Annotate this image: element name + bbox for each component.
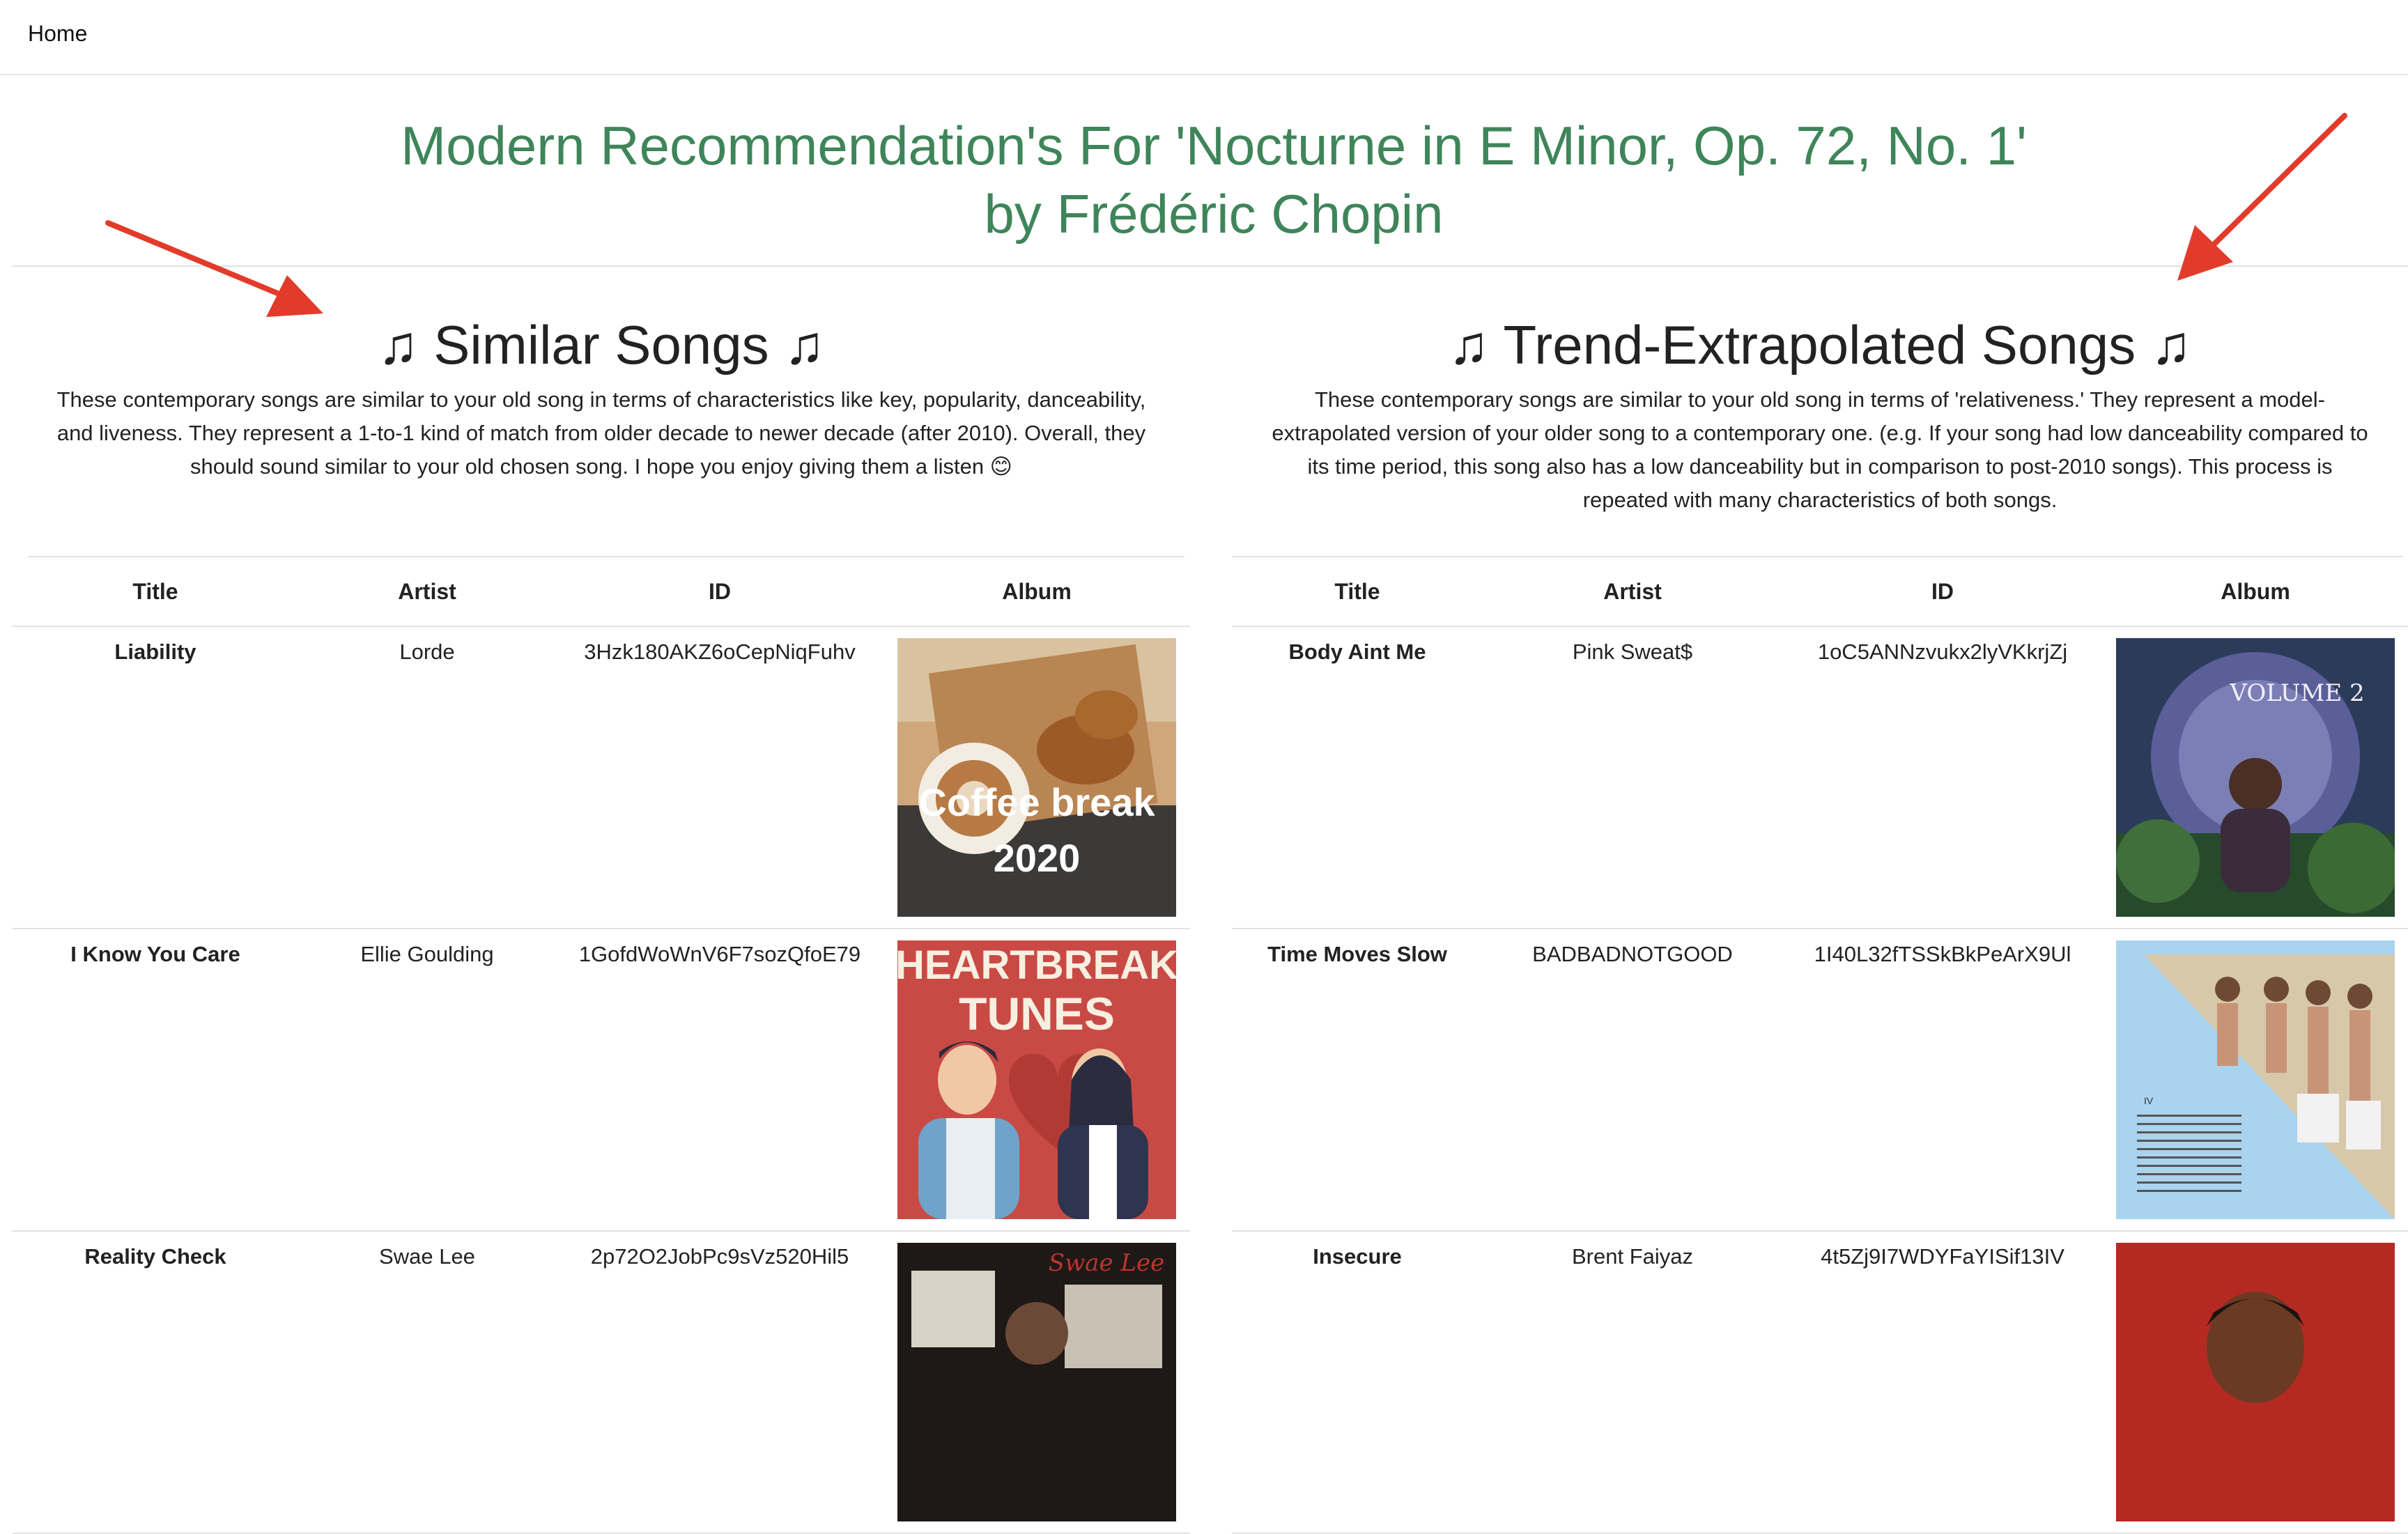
album-text: Coffee break bbox=[918, 780, 1155, 824]
album-cell: IV bbox=[2103, 929, 2408, 1232]
album-cell bbox=[2103, 1231, 2408, 1534]
song-artist: Lorde bbox=[298, 626, 556, 929]
column-header-id: ID bbox=[1782, 557, 2103, 627]
table-header-row: Title Artist ID Album bbox=[1232, 557, 2408, 627]
song-id: 1GofdWoWnV6F7sozQfoE79 bbox=[556, 929, 883, 1232]
left-annotation-arrow-icon bbox=[105, 220, 323, 317]
album-cover-heartbreak-tunes: HEARTBREAK TUNES bbox=[897, 940, 1176, 1219]
home-link[interactable]: Home bbox=[28, 21, 87, 47]
song-id: 3Hzk180AKZ6oCepNiqFuhv bbox=[556, 626, 883, 929]
song-id: 1I40L32fTSSkBkPeArX9Ul bbox=[1782, 929, 2103, 1232]
column-header-artist: Artist bbox=[298, 557, 556, 627]
table-row: Body Aint Me Pink Sweat$ 1oC5ANNzvukx2ly… bbox=[1232, 626, 2408, 929]
table-header-row: Title Artist ID Album bbox=[13, 557, 1190, 627]
song-artist: Brent Faiyaz bbox=[1483, 1231, 1782, 1534]
song-artist: Pink Sweat$ bbox=[1483, 626, 1782, 929]
song-id: 1oC5ANNzvukx2lyVKkrjZj bbox=[1782, 626, 2103, 929]
music-note-icon: ♫ bbox=[1448, 314, 1490, 375]
trend-songs-table-wrap: Title Artist ID Album Body Aint Me Pink … bbox=[1232, 556, 2408, 1534]
column-header-album: Album bbox=[2103, 557, 2408, 627]
song-title: Reality Check bbox=[13, 1231, 298, 1534]
album-cell: Coffee break 2020 bbox=[883, 626, 1190, 929]
trend-songs-heading-text: Trend-Extrapolated Songs bbox=[1503, 314, 2136, 375]
album-cover-swae-lee: Swae Lee bbox=[897, 1243, 1176, 1521]
similar-songs-description: These contemporary songs are similar to … bbox=[56, 387, 1146, 479]
album-text: Swae Lee bbox=[1049, 1249, 1164, 1277]
song-title: Insecure bbox=[1232, 1231, 1483, 1534]
trend-songs-description: These contemporary songs are similar to … bbox=[1272, 387, 2368, 512]
similar-songs-table: Title Artist ID Album Liability Lorde 3H… bbox=[13, 557, 1190, 1534]
song-title: Body Aint Me bbox=[1232, 626, 1483, 929]
album-text: IV bbox=[2144, 1095, 2154, 1106]
right-annotation-arrow-icon bbox=[2177, 113, 2347, 281]
table-row: Time Moves Slow BADBADNOTGOOD 1I40L32fTS… bbox=[1232, 929, 2408, 1232]
album-text: HEARTBREAK bbox=[897, 943, 1176, 988]
album-text: VOLUME 2 bbox=[2229, 679, 2364, 707]
trend-songs-heading: ♫ Trend-Extrapolated Songs ♫ bbox=[1232, 307, 2408, 383]
table-row: I Know You Care Ellie Goulding 1GofdWoWn… bbox=[13, 929, 1190, 1232]
table-row: Insecure Brent Faiyaz 4t5Zj9I7WDYFaYISif… bbox=[1232, 1231, 2408, 1534]
title-divider bbox=[13, 265, 2408, 267]
column-header-id: ID bbox=[556, 557, 883, 627]
column-header-album: Album bbox=[883, 557, 1190, 627]
album-cover-insecure bbox=[2116, 1243, 2395, 1521]
album-cover-volume-2: VOLUME 2 bbox=[2116, 638, 2395, 917]
page-title: Modern Recommendation's For 'Nocturne in… bbox=[0, 111, 2408, 248]
top-nav-bar: Home bbox=[0, 0, 2408, 75]
music-note-icon: ♫ bbox=[784, 314, 825, 375]
song-artist: Ellie Goulding bbox=[298, 929, 556, 1232]
trend-songs-table: Title Artist ID Album Body Aint Me Pink … bbox=[1232, 557, 2408, 1534]
similar-songs-heading: ♫ Similar Songs ♫ bbox=[13, 307, 1190, 383]
song-title: Liability bbox=[13, 626, 298, 929]
song-id: 2p72O2JobPc9sVz520Hil5 bbox=[556, 1231, 883, 1534]
song-id: 4t5Zj9I7WDYFaYISif13IV bbox=[1782, 1231, 2103, 1534]
trend-extrapolated-section: ♫ Trend-Extrapolated Songs ♫ These conte… bbox=[1232, 307, 2408, 1534]
song-artist: BADBADNOTGOOD bbox=[1483, 929, 1782, 1232]
album-cover-iv: IV bbox=[2116, 940, 2395, 1219]
album-cell: HEARTBREAK TUNES bbox=[883, 929, 1190, 1232]
song-artist: Swae Lee bbox=[298, 1231, 556, 1534]
table-row: Liability Lorde 3Hzk180AKZ6oCepNiqFuhv C… bbox=[13, 626, 1190, 929]
similar-songs-section: ♫ Similar Songs ♫ These contemporary son… bbox=[13, 307, 1190, 1534]
page-title-line-2: by Frédéric Chopin bbox=[984, 183, 1444, 245]
similar-songs-table-wrap: Title Artist ID Album Liability Lorde 3H… bbox=[13, 556, 1190, 1534]
album-cell: Swae Lee bbox=[883, 1231, 1190, 1534]
column-header-title: Title bbox=[1232, 557, 1483, 627]
song-title: I Know You Care bbox=[13, 929, 298, 1232]
song-title: Time Moves Slow bbox=[1232, 929, 1483, 1232]
album-text: 2020 bbox=[994, 836, 1081, 880]
column-header-title: Title bbox=[13, 557, 298, 627]
music-note-icon: ♫ bbox=[2150, 314, 2192, 375]
similar-songs-heading-text: Similar Songs bbox=[433, 314, 769, 375]
album-cell: VOLUME 2 bbox=[2103, 626, 2408, 929]
music-note-icon: ♫ bbox=[378, 314, 419, 375]
column-header-artist: Artist bbox=[1483, 557, 1782, 627]
table-row: Reality Check Swae Lee 2p72O2JobPc9sVz52… bbox=[13, 1231, 1190, 1534]
album-text: TUNES bbox=[959, 988, 1115, 1039]
album-cover-coffee-break: Coffee break 2020 bbox=[897, 638, 1176, 917]
page-title-line-1: Modern Recommendation's For 'Nocturne in… bbox=[401, 115, 2027, 176]
